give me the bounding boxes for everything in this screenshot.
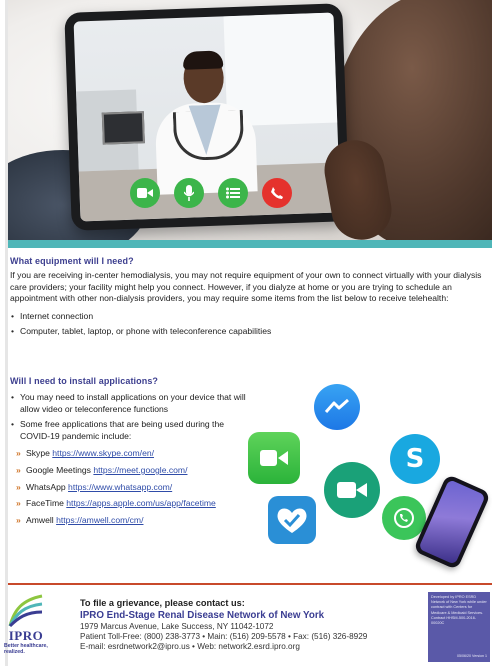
list-item: You may need to install applications on … (10, 392, 250, 415)
google-meet-link[interactable]: https://meet.google.com/ (93, 465, 187, 475)
organization-name: IPRO End-Stage Renal Disease Network of … (80, 610, 325, 621)
phone-hangup-icon (262, 178, 292, 208)
app-link-item: WhatsApp https://www.whatsapp.com/ (10, 482, 250, 494)
list-item: Some free applications that are being us… (10, 419, 250, 442)
footer-divider (8, 583, 492, 585)
cms-disclaimer-box: Developed by IPRO ESRD Network of New Yo… (428, 592, 490, 662)
equipment-section: What equipment will I need? If you are r… (10, 256, 488, 342)
cms-disclaimer-text: Developed by IPRO ESRD Network of New Yo… (431, 595, 487, 626)
ipro-tagline: Better healthcare, realized. (4, 643, 48, 655)
google-meet-icon (324, 462, 380, 518)
app-name: WhatsApp (26, 481, 66, 492)
applications-section: Will I need to install applications? You… (10, 376, 250, 531)
skype-link[interactable]: https://www.skype.com/en/ (52, 448, 154, 458)
ipro-mark-icon (8, 594, 43, 628)
applications-heading: Will I need to install applications? (10, 376, 159, 386)
phone-numbers: Patient Toll-Free: (800) 238-3773 • Main… (80, 632, 368, 641)
grievance-contact: To file a grievance, please contact us: … (80, 598, 410, 651)
tablet-screen (73, 12, 341, 222)
tablet-device (64, 3, 350, 231)
messenger-icon (314, 384, 360, 430)
amwell-icon (268, 496, 316, 544)
version-label: 05/06/20 Version 1 (457, 653, 487, 658)
office-monitor (101, 111, 145, 145)
doctor-hair (182, 50, 224, 70)
list-item: Internet connection (10, 311, 488, 323)
app-links-list: Skype https://www.skype.com/en/ Google M… (10, 448, 250, 526)
list-icon (218, 178, 248, 208)
smartphone-illustration (412, 473, 492, 571)
equipment-list: Internet connection Computer, tablet, la… (10, 311, 488, 338)
address: 1979 Marcus Avenue, Lake Success, NY 110… (80, 622, 274, 631)
grievance-heading: To file a grievance, please contact us: (80, 598, 245, 608)
facetime-link[interactable]: https://apps.apple.com/us/app/facetime (66, 498, 216, 508)
microphone-icon (174, 178, 204, 208)
facetime-icon (248, 432, 300, 484)
ipro-logo: IPRO Better healthcare, realized. (4, 592, 48, 662)
amwell-link[interactable]: https://amwell.com/cm/ (56, 515, 143, 525)
list-item: Computer, tablet, laptop, or phone with … (10, 326, 488, 338)
email-web: E-mail: esrdnetwork2@ipro.us • Web: netw… (80, 642, 300, 651)
app-link-item: Google Meetings https://meet.google.com/ (10, 465, 250, 477)
hero-telehealth-image (8, 0, 492, 240)
app-link-item: FaceTime https://apps.apple.com/us/app/f… (10, 498, 250, 510)
app-link-item: Amwell https://amwell.com/cm/ (10, 515, 250, 527)
app-name: Google Meetings (26, 464, 91, 475)
app-name: Skype (26, 448, 50, 459)
skype-icon: S (390, 434, 440, 484)
teal-divider (8, 240, 492, 248)
whatsapp-link[interactable]: https://www.whatsapp.com/ (68, 482, 172, 492)
video-camera-icon (130, 178, 160, 208)
equipment-intro: If you are receiving in-center hemodialy… (10, 270, 482, 304)
app-name: Amwell (26, 514, 54, 525)
ipro-wordmark: IPRO (8, 628, 44, 643)
flyer-page: What equipment will I need? If you are r… (0, 0, 492, 666)
app-link-item: Skype https://www.skype.com/en/ (10, 448, 250, 460)
app-name: FaceTime (26, 498, 64, 509)
equipment-heading: What equipment will I need? (10, 256, 134, 266)
applications-list: You may need to install applications on … (10, 392, 250, 442)
smartphone-screen (418, 479, 486, 565)
app-icons-illustration: S (244, 378, 492, 571)
